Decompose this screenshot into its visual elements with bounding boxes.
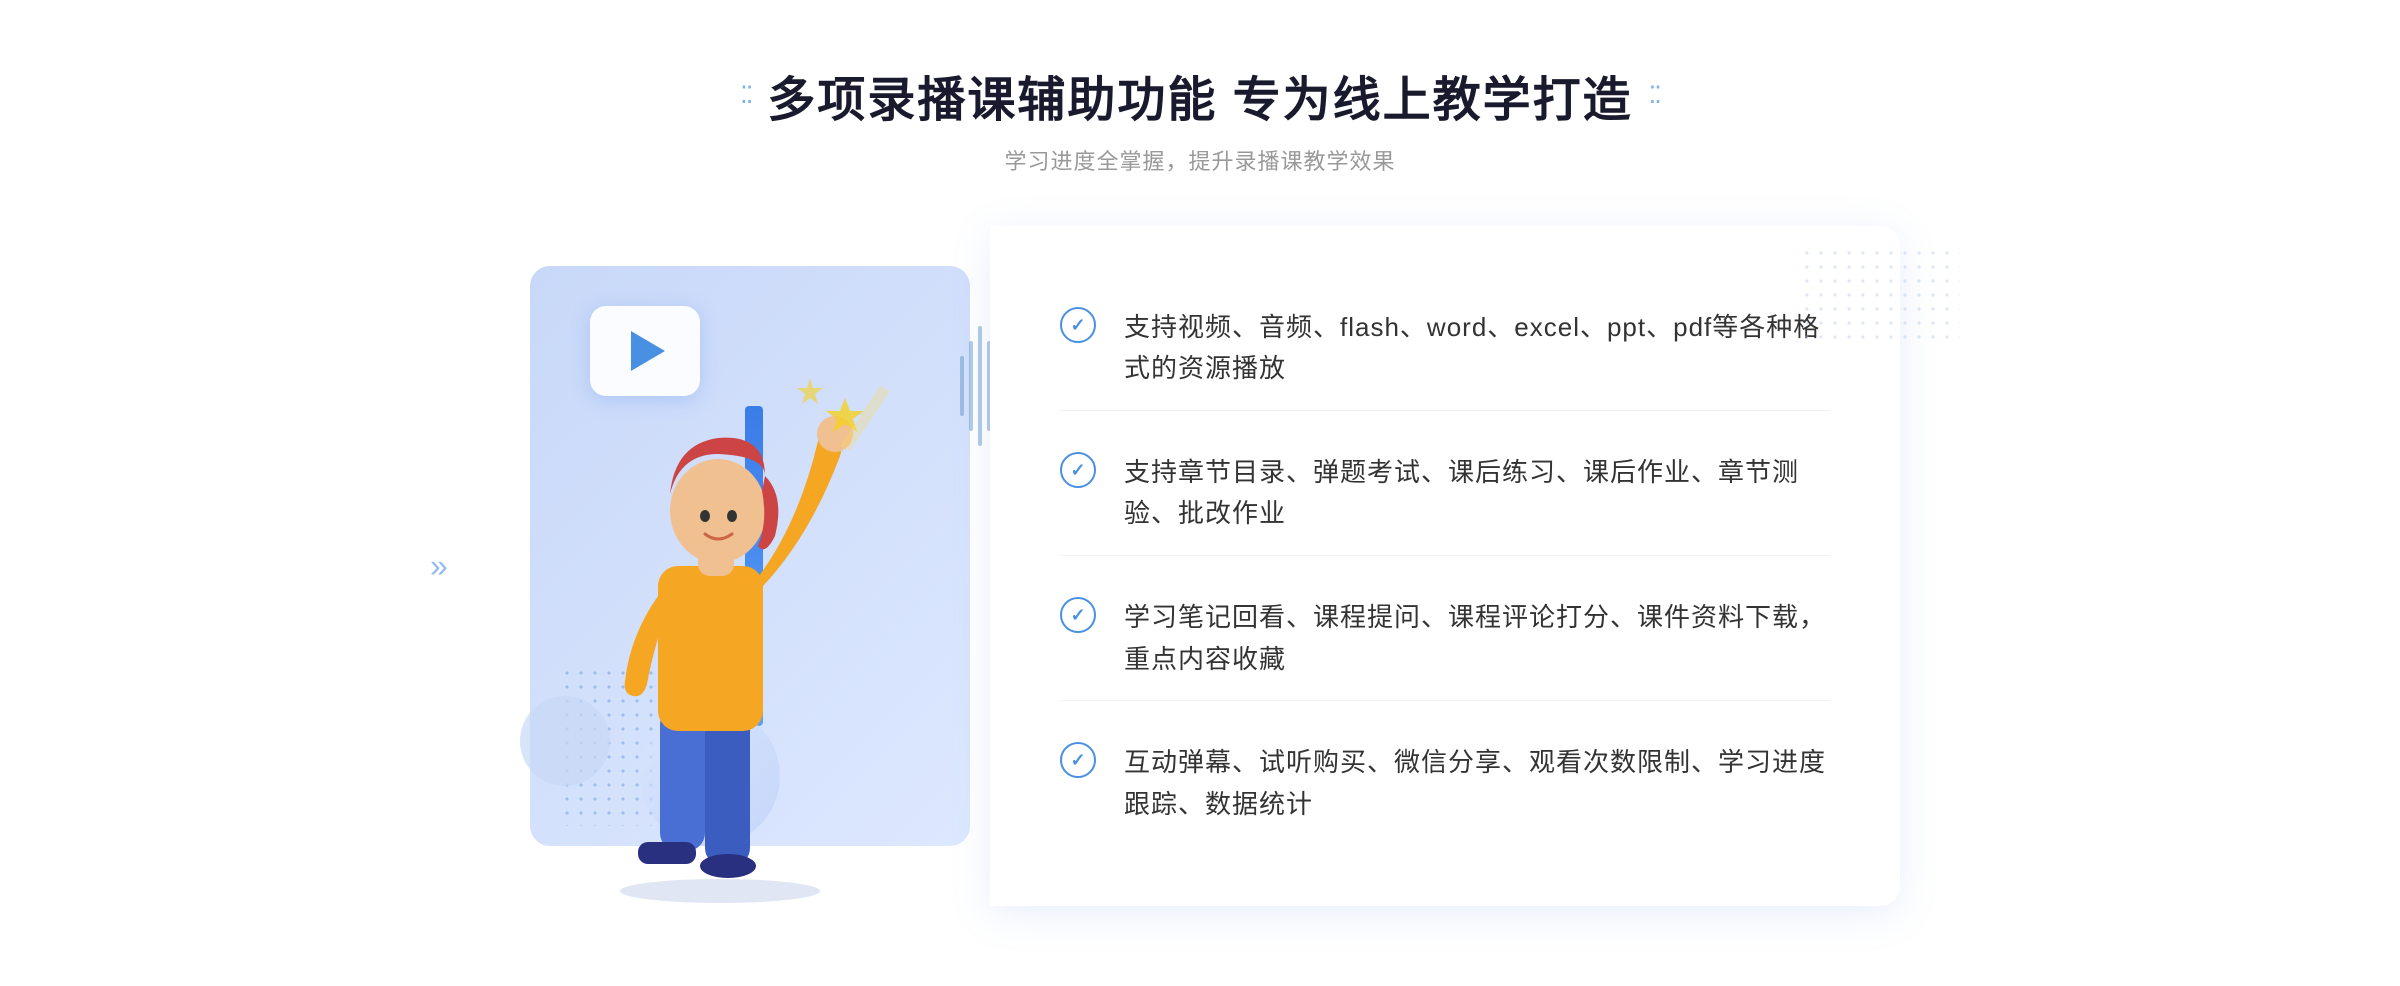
chevron-icon: » [430, 548, 448, 585]
dots-left-icon: ⁚⁚ [740, 81, 751, 110]
feature-item-4: ✓ 互动弹幕、试听购买、微信分享、观看次数限制、学习进度跟踪、数据统计 [1060, 722, 1830, 845]
illustration-wrapper: » [500, 226, 1020, 906]
checkmark-symbol-4: ✓ [1070, 751, 1085, 769]
feature-item-2: ✓ 支持章节目录、弹题考试、课后练习、课后作业、章节测验、批改作业 [1060, 432, 1830, 556]
page-container: ⁚⁚ 多项录播课辅助功能 专为线上教学打造 ⁚⁚ 学习进度全掌握，提升录播课教学… [0, 60, 2400, 906]
feature-item-1: ✓ 支持视频、音频、flash、word、excel、ppt、pdf等各种格式的… [1060, 287, 1830, 411]
feature-text-1: 支持视频、音频、flash、word、excel、ppt、pdf等各种格式的资源… [1124, 307, 1830, 390]
feature-item-3: ✓ 学习笔记回看、课程提问、课程评论打分、课件资料下载，重点内容收藏 [1060, 577, 1830, 701]
title-row: ⁚⁚ 多项录播课辅助功能 专为线上教学打造 ⁚⁚ [740, 60, 1660, 130]
page-title: 多项录播课辅助功能 专为线上教学打造 [767, 60, 1632, 130]
features-panel: ✓ 支持视频、音频、flash、word、excel、ppt、pdf等各种格式的… [990, 226, 1900, 906]
check-icon-3: ✓ [1060, 597, 1096, 633]
vert-line-2 [969, 341, 973, 431]
chevrons-left-decoration: » [430, 548, 448, 585]
feature-text-2: 支持章节目录、弹题考试、课后练习、课后作业、章节测验、批改作业 [1124, 452, 1830, 535]
checkmark-symbol-1: ✓ [1070, 316, 1085, 334]
dots-top-right-decoration [1800, 246, 1960, 346]
vert-line-3 [978, 326, 982, 446]
check-icon-1: ✓ [1060, 307, 1096, 343]
page-subtitle: 学习进度全掌握，提升录播课教学效果 [1004, 144, 1395, 176]
dots-right-icon: ⁚⁚ [1649, 81, 1660, 110]
header-section: ⁚⁚ 多项录播课辅助功能 专为线上教学打造 ⁚⁚ 学习进度全掌握，提升录播课教学… [740, 60, 1660, 176]
checkmark-symbol-3: ✓ [1070, 606, 1085, 624]
check-icon-4: ✓ [1060, 742, 1096, 778]
vert-line-1 [960, 356, 964, 416]
feature-text-4: 互动弹幕、试听购买、微信分享、观看次数限制、学习进度跟踪、数据统计 [1124, 742, 1830, 825]
person-figure [550, 326, 890, 906]
content-section: » ✓ 支持视频、音频、flash、word、excel、ppt、pdf等各种格… [500, 226, 1900, 906]
checkmark-symbol-2: ✓ [1070, 461, 1085, 479]
check-icon-2: ✓ [1060, 452, 1096, 488]
feature-text-3: 学习笔记回看、课程提问、课程评论打分、课件资料下载，重点内容收藏 [1124, 597, 1830, 680]
